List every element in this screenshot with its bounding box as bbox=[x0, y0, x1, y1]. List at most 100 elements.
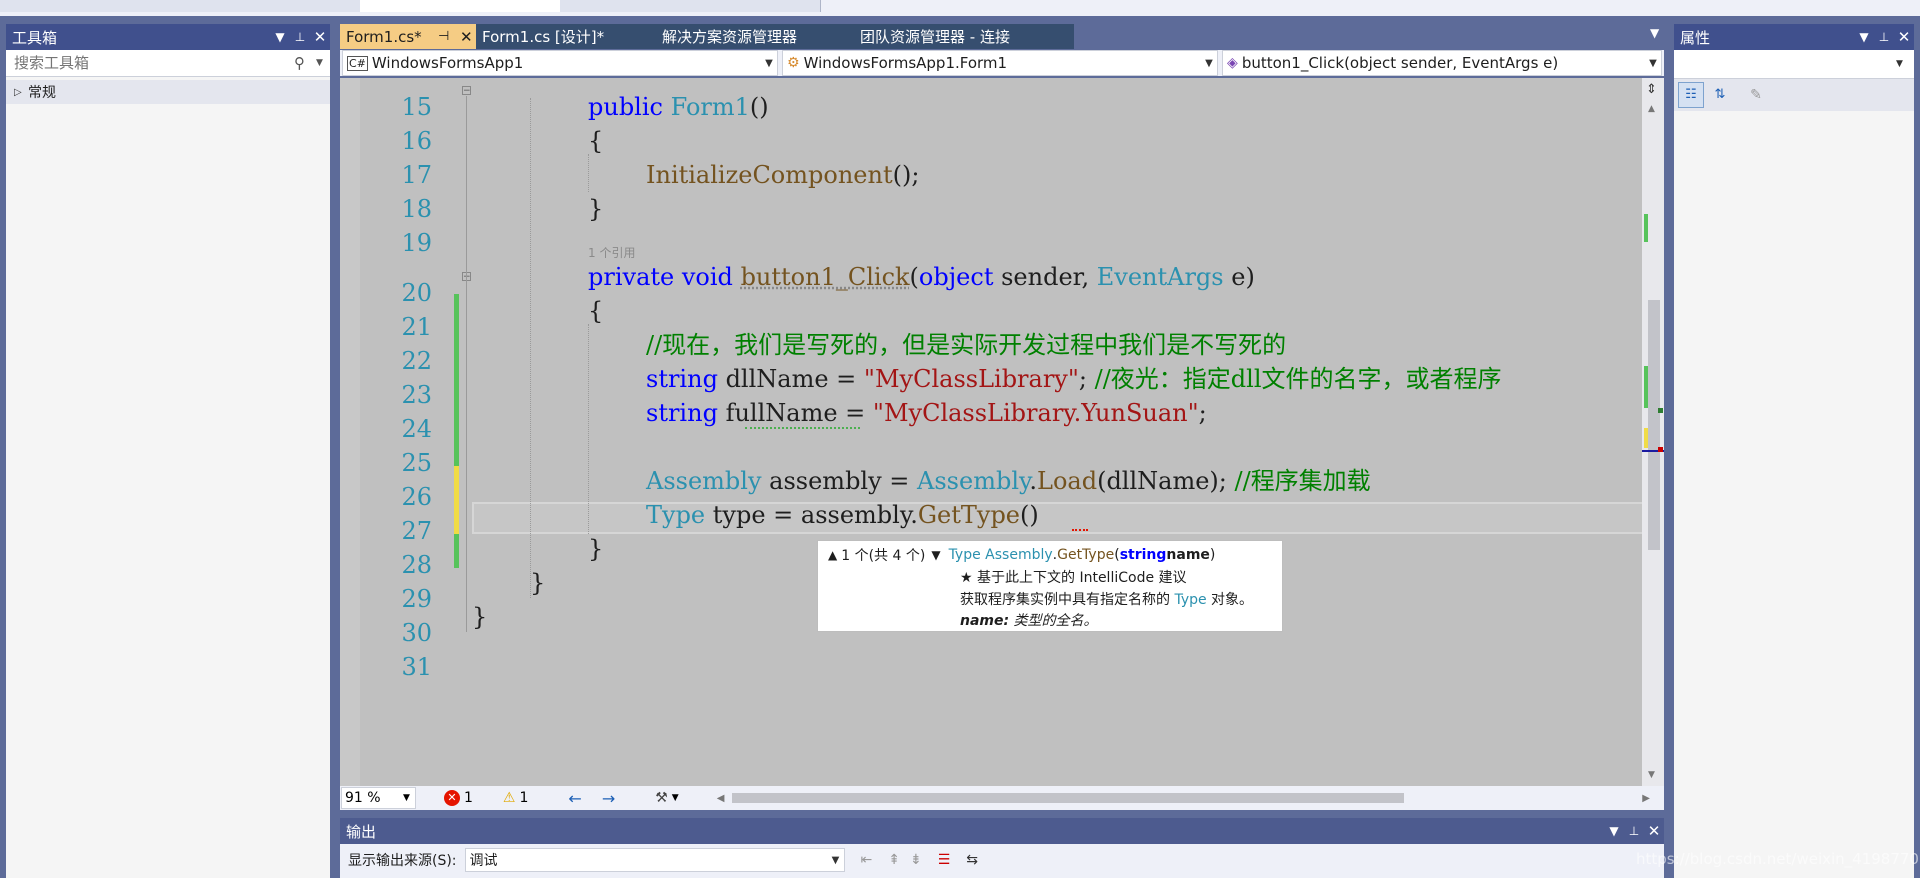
alphabetical-sort-icon[interactable]: ⇅ bbox=[1708, 83, 1732, 107]
pin-icon[interactable]: ⊥ bbox=[1874, 30, 1894, 44]
chevron-down-icon[interactable]: ▼ bbox=[1645, 58, 1661, 69]
code-line-21: { bbox=[588, 297, 604, 325]
menu-segment[interactable] bbox=[0, 0, 111, 12]
toolbox-panel: 工具箱 ▼ ⊥ ✕ ⚲ ▼ ▷ 常规 bbox=[6, 24, 330, 878]
navigation-bar: C# WindowsFormsApp1 ▼ ⚙ WindowsFormsApp1… bbox=[340, 50, 1664, 76]
tab-label: Form1.cs* bbox=[346, 27, 422, 46]
navigate-forward-icon[interactable]: → bbox=[602, 789, 615, 808]
word-wrap-icon[interactable]: ⇆ bbox=[966, 852, 978, 868]
next-message-icon[interactable]: ⇟ bbox=[910, 852, 922, 868]
scroll-down-icon[interactable]: ▼ bbox=[1648, 770, 1655, 780]
pin-icon[interactable]: ⊥ bbox=[1624, 824, 1644, 838]
error-count[interactable]: 1 bbox=[464, 790, 473, 806]
method-icon: ◈ bbox=[1227, 55, 1238, 71]
change-bar-unsaved bbox=[454, 466, 459, 534]
change-marker bbox=[1644, 428, 1648, 448]
line-number: 29 bbox=[401, 585, 432, 613]
token-method: InitializeComponent bbox=[646, 161, 893, 189]
scroll-right-icon[interactable]: ▶ bbox=[1642, 793, 1650, 804]
token-punct: ; bbox=[1198, 399, 1207, 427]
tab-solution-explorer[interactable]: 解决方案资源管理器 bbox=[656, 24, 860, 49]
split-handle-icon[interactable]: ⇕ bbox=[1646, 82, 1657, 97]
tab-overflow-icon[interactable]: ▼ bbox=[1650, 26, 1659, 40]
dropdown-icon[interactable]: ▼ bbox=[1604, 824, 1624, 838]
object-selector[interactable]: ▼ bbox=[1674, 50, 1914, 79]
previous-overload-icon[interactable]: ▲ bbox=[828, 548, 837, 562]
chevron-down-icon[interactable]: ▼ bbox=[1896, 59, 1914, 69]
token-comment: //程序集加载 bbox=[1234, 467, 1371, 495]
pin-icon[interactable]: ⊥ bbox=[290, 30, 310, 44]
categorized-view-icon[interactable]: ☷ bbox=[1678, 82, 1704, 108]
tab-form1-cs[interactable]: Form1.cs* ⊣ ✕ bbox=[340, 24, 482, 49]
class-dropdown-value: WindowsFormsApp1.Form1 bbox=[803, 54, 1008, 72]
menu-segment[interactable] bbox=[560, 0, 821, 12]
scroll-left-icon[interactable]: ◀ bbox=[717, 793, 725, 804]
menu-segment[interactable] bbox=[110, 0, 361, 12]
error-icon[interactable]: ✕ bbox=[444, 790, 460, 806]
chevron-down-icon[interactable]: ▼ bbox=[1201, 58, 1217, 69]
pin-icon[interactable]: ⊣ bbox=[438, 29, 460, 44]
expand-arrow-icon[interactable]: ▷ bbox=[14, 87, 28, 98]
search-icon[interactable]: ⚲ bbox=[294, 54, 316, 72]
token-method: Load bbox=[1037, 467, 1098, 495]
menu-segment[interactable] bbox=[360, 0, 561, 12]
vertical-scrollbar[interactable]: ⇕ ▲ ▼ bbox=[1642, 78, 1664, 786]
token-type: Assembly bbox=[917, 467, 1030, 495]
dropdown-icon[interactable]: ▼ bbox=[1854, 30, 1874, 44]
dropdown-icon[interactable]: ▼ bbox=[270, 30, 290, 44]
chevron-down-icon[interactable]: ▼ bbox=[672, 793, 679, 803]
scroll-up-icon[interactable]: ▲ bbox=[1648, 104, 1655, 114]
close-icon[interactable]: ✕ bbox=[310, 28, 330, 46]
close-icon[interactable]: ✕ bbox=[1894, 28, 1914, 46]
toolbox-group-label: 常规 bbox=[28, 85, 56, 101]
code-cleanup-icon[interactable]: ⚒ bbox=[655, 790, 668, 806]
chevron-down-icon[interactable]: ▼ bbox=[828, 855, 844, 866]
chevron-down-icon[interactable]: ▼ bbox=[403, 793, 415, 803]
description-suffix: 对象。 bbox=[1206, 592, 1254, 608]
tab-form1-design[interactable]: Form1.cs [设计]* bbox=[476, 24, 662, 49]
navigate-back-icon[interactable]: ← bbox=[568, 789, 581, 808]
zoom-dropdown[interactable]: 91 % ▼ bbox=[341, 787, 416, 809]
line-number: 30 bbox=[401, 619, 432, 647]
token-type: Form1 bbox=[670, 93, 750, 121]
goto-location-icon[interactable]: ⇤ bbox=[861, 852, 873, 868]
previous-message-icon[interactable]: ⇞ bbox=[888, 852, 900, 868]
toolbox-group-general[interactable]: ▷ 常规 bbox=[6, 80, 330, 104]
code-line-26: Assembly assembly = Assembly.Load(dllNam… bbox=[646, 464, 1371, 498]
member-dropdown-value: button1_Click(object sender, EventArgs e… bbox=[1241, 54, 1559, 72]
tooltip-description: 获取程序集实例中具有指定名称的 Type 对象。 bbox=[960, 589, 1253, 609]
param-doc-name: name: bbox=[960, 613, 1010, 629]
warning-icon[interactable]: ⚠ bbox=[503, 790, 516, 806]
codelens-references[interactable]: 1 个引用 bbox=[588, 244, 635, 261]
next-overload-icon[interactable]: ▼ bbox=[931, 548, 940, 562]
indent-guide bbox=[530, 98, 531, 598]
close-icon[interactable]: ✕ bbox=[1644, 822, 1664, 840]
class-icon: ⚙ bbox=[787, 55, 800, 71]
horizontal-scrollbar-thumb[interactable] bbox=[732, 793, 1405, 803]
property-pages-icon[interactable]: ✎ bbox=[1744, 83, 1768, 107]
code-editor[interactable]: 15 16 17 18 19 20 21 22 23 24 25 26 27 2… bbox=[340, 78, 1664, 786]
class-dropdown[interactable]: ⚙ WindowsFormsApp1.Form1 ▼ bbox=[782, 50, 1219, 76]
error-marker bbox=[1658, 447, 1663, 452]
toolbox-search[interactable]: ⚲ ▼ bbox=[6, 50, 330, 77]
clear-all-icon[interactable]: ☰ bbox=[938, 852, 951, 868]
member-dropdown[interactable]: ◈ button1_Click(object sender, EventArgs… bbox=[1222, 50, 1662, 76]
project-dropdown-value: WindowsFormsApp1 bbox=[371, 54, 524, 72]
properties-title: 属性 bbox=[1680, 28, 1711, 47]
token-text: e) bbox=[1223, 263, 1255, 291]
chevron-down-icon[interactable]: ▼ bbox=[761, 58, 777, 69]
collapse-toggle-icon[interactable]: − bbox=[462, 86, 471, 96]
line-number: 21 bbox=[401, 313, 432, 341]
tab-team-explorer[interactable]: 团队资源管理器 - 连接 bbox=[854, 24, 1074, 49]
chevron-down-icon[interactable]: ▼ bbox=[316, 58, 330, 68]
zoom-value: 91 % bbox=[345, 790, 381, 806]
project-dropdown[interactable]: C# WindowsFormsApp1 ▼ bbox=[342, 50, 779, 76]
code-line-16: { bbox=[588, 127, 604, 155]
signature-close: ) bbox=[1209, 547, 1216, 563]
line-number: 28 bbox=[401, 551, 432, 579]
toolbox-search-input[interactable] bbox=[12, 53, 294, 73]
scrollbar-thumb[interactable] bbox=[1648, 300, 1660, 550]
warning-count[interactable]: 1 bbox=[519, 790, 528, 806]
token-text: type = assembly. bbox=[705, 501, 918, 529]
output-source-dropdown[interactable]: 调试 ▼ bbox=[464, 848, 845, 872]
